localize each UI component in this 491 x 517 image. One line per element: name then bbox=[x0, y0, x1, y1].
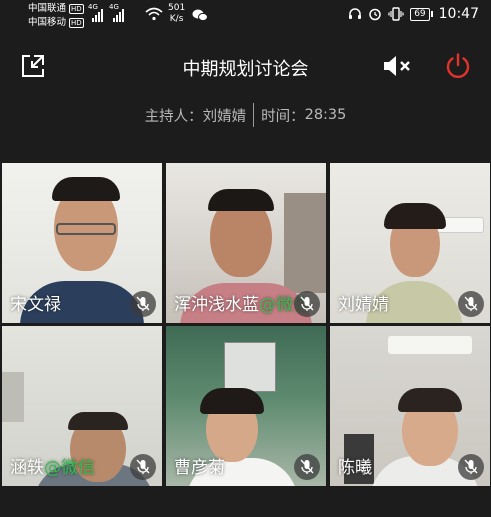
network-gen-label: 4G bbox=[88, 3, 98, 11]
speaker-muted-icon[interactable] bbox=[382, 54, 414, 78]
host-name: 刘婧婧 bbox=[202, 108, 247, 125]
signal-indicators: 4G 4G bbox=[88, 3, 124, 22]
meeting-info: 主持人： 刘婧婧 时间： 28:35 bbox=[0, 103, 491, 127]
status-bar: 中国联通 HD 中国移动 HD 4G 4G 501 K/s 69 10:47 bbox=[0, 0, 491, 34]
alarm-icon bbox=[369, 8, 381, 21]
hd-badge: HD bbox=[69, 4, 84, 14]
mic-muted-icon bbox=[294, 454, 320, 480]
mic-muted-icon bbox=[458, 291, 484, 317]
power-icon[interactable] bbox=[444, 52, 472, 80]
participant-name: 刘婧婧 bbox=[338, 295, 389, 315]
time-label: 时间： bbox=[261, 108, 305, 125]
clock: 10:47 bbox=[438, 6, 479, 22]
participant-name: 宋文禄 bbox=[10, 295, 61, 315]
headset-icon bbox=[349, 8, 362, 19]
signal-icon: 4G bbox=[88, 3, 103, 22]
participant-tile[interactable]: 涵轶@微信 bbox=[2, 326, 162, 486]
signal-icon: 4G bbox=[109, 3, 124, 22]
speed-unit: K/s bbox=[169, 14, 184, 24]
participant-tile[interactable]: 陈曦 bbox=[330, 326, 490, 486]
carrier-unicom: 中国联通 bbox=[28, 3, 67, 14]
host-label: 主持人： bbox=[144, 108, 203, 125]
participant-tile[interactable]: 曹彦菊 bbox=[166, 326, 326, 486]
meeting-header: 中期规划讨论会 bbox=[0, 42, 491, 90]
battery-level: 69 bbox=[410, 7, 430, 21]
participant-name: 涵轶@微信 bbox=[10, 458, 95, 478]
network-gen-label: 4G bbox=[109, 3, 119, 11]
participant-name: 陈曦 bbox=[338, 458, 372, 478]
mic-muted-icon bbox=[458, 454, 484, 480]
hd-badge: HD bbox=[69, 18, 84, 28]
mic-muted-icon bbox=[130, 291, 156, 317]
participant-name: 浑沖浅水蓝@微信 bbox=[174, 295, 310, 315]
participant-tile[interactable]: 刘婧婧 bbox=[330, 163, 490, 323]
participant-tile[interactable]: 宋文禄 bbox=[2, 163, 162, 323]
carrier-mobile: 中国移动 bbox=[28, 17, 67, 28]
network-speed: 501 K/s bbox=[168, 3, 185, 25]
status-right-icons: 69 10:47 bbox=[348, 6, 479, 22]
battery-indicator: 69 bbox=[410, 7, 433, 21]
speed-value: 501 bbox=[168, 3, 186, 13]
elapsed-time: 28:35 bbox=[304, 107, 347, 123]
participant-tile[interactable]: 浑沖浅水蓝@微信 bbox=[166, 163, 326, 323]
wifi-icon bbox=[145, 7, 163, 21]
mic-muted-icon bbox=[294, 291, 320, 317]
info-divider bbox=[253, 103, 255, 127]
vibrate-icon bbox=[388, 7, 404, 21]
carrier-info: 中国联通 HD 中国移动 HD bbox=[28, 2, 84, 30]
meeting-title: 中期规划讨论会 bbox=[182, 59, 309, 80]
mic-muted-icon bbox=[130, 454, 156, 480]
wechat-icon bbox=[192, 9, 208, 22]
participant-name: 曹彦菊 bbox=[174, 458, 225, 478]
